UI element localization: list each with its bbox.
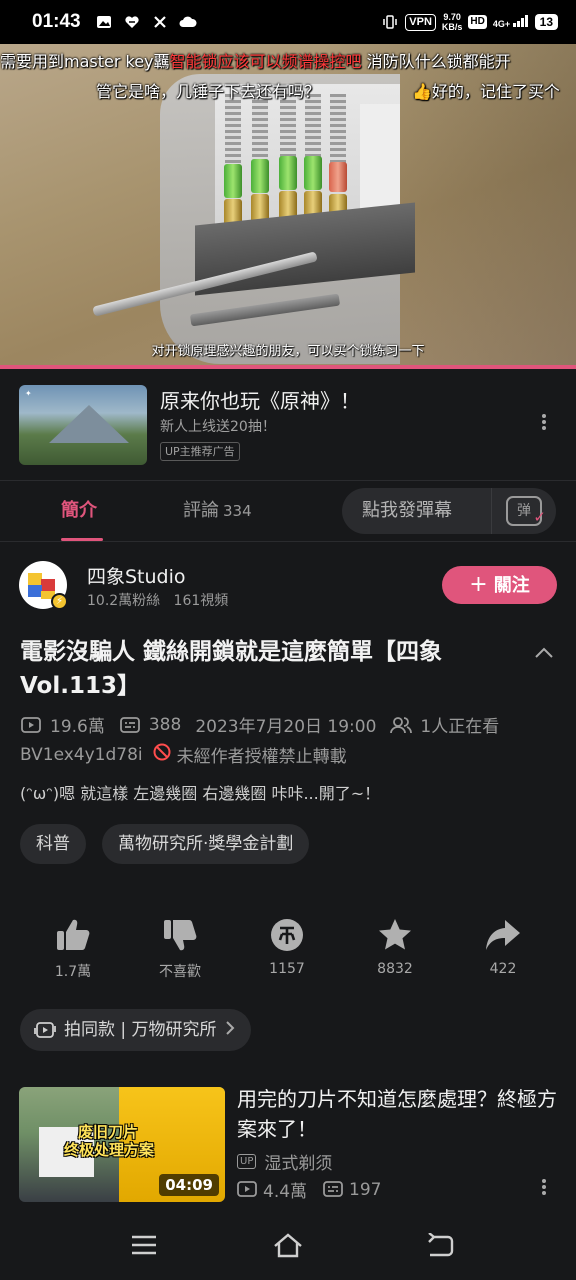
- tools-notification-icon: [151, 13, 169, 31]
- network-speed: 9.70 KB/s: [441, 12, 463, 32]
- recommended-uploader[interactable]: UP 湿式剃须: [237, 1149, 332, 1174]
- play-count-icon: [237, 1180, 257, 1199]
- same-style-chip[interactable]: 拍同款 | 万物研究所: [20, 1009, 251, 1051]
- follow-button[interactable]: + 關注: [442, 566, 557, 604]
- signal-icon: 4G+: [493, 15, 529, 29]
- ad-badge: UP主推荐广告: [160, 442, 240, 461]
- coin-button[interactable]: 1157: [247, 913, 327, 977]
- ad-banner[interactable]: ✦ 原来你也玩《原神》！ 新人上线送20抽！ UP主推荐广告: [0, 369, 576, 481]
- heart-app-notification-icon: [123, 13, 141, 31]
- video-meta: 19.6萬 388 2023年7月20日 19:00 1人正在看: [20, 712, 499, 737]
- like-button[interactable]: 1.7萬: [33, 913, 113, 981]
- verified-badge-icon: ⚡: [51, 593, 68, 610]
- dislike-button[interactable]: 不喜歡: [140, 913, 220, 981]
- star-icon: [355, 913, 435, 957]
- more-options-icon[interactable]: [534, 413, 554, 435]
- thumbs-up-icon: [33, 913, 113, 957]
- danmaku-input-label[interactable]: 點我發彈幕: [362, 488, 452, 534]
- danmaku-count-icon: [119, 716, 141, 734]
- danmaku-comment: 需要用到master key覊智能锁应该可以频谱操控吧 消防队什么锁都能开: [0, 52, 511, 71]
- tab-bar: 簡介 評論 334 點我發彈幕 弹 ✓: [0, 482, 576, 542]
- recommended-stats: 4.4萬 197: [237, 1177, 382, 1202]
- vibrate-icon: [381, 13, 399, 31]
- favorite-button[interactable]: 8832: [355, 913, 435, 977]
- share-button[interactable]: 422: [463, 913, 543, 977]
- thumbs-down-icon: [140, 913, 220, 957]
- coin-icon: [247, 913, 327, 957]
- tag-chip[interactable]: 科普: [20, 824, 86, 864]
- danmaku-input[interactable]: 點我發彈幕 弹 ✓: [342, 488, 556, 534]
- cloud-notification-icon: [179, 13, 197, 31]
- no-repost-icon: [153, 743, 171, 766]
- gallery-notification-icon: [95, 13, 113, 31]
- collapse-chevron-icon[interactable]: [532, 643, 556, 663]
- ad-title[interactable]: 原来你也玩《原神》！: [160, 385, 360, 414]
- no-repost-notice: 未經作者授權禁止轉載: [176, 747, 347, 767]
- video-template-icon: [34, 1020, 56, 1040]
- danmaku-count-icon: [323, 1180, 343, 1199]
- tag-chip[interactable]: 萬物研究所·獎學金計劃: [102, 824, 310, 864]
- hd-badge: HD: [468, 15, 487, 29]
- publish-date: 2023年7月20日 19:00: [195, 717, 377, 737]
- game-logo-icon: ✦: [25, 389, 32, 398]
- vpn-badge: VPN: [405, 13, 436, 31]
- watching-now: 1人正在看: [420, 717, 500, 737]
- battery-indicator: 13: [534, 14, 558, 30]
- share-arrow-icon: [463, 913, 543, 957]
- video-player[interactable]: 需要用到master key覊智能锁应该可以频谱操控吧 消防队什么锁都能开 管它…: [0, 44, 576, 369]
- recommended-title[interactable]: 用完的刀片不知道怎麼處理？終極方案來了！: [237, 1084, 557, 1144]
- viewers-icon: [390, 716, 413, 734]
- uploader-name[interactable]: 四象Studio: [87, 562, 186, 589]
- danmaku-comment: 👍好的，记住了买个: [412, 82, 560, 101]
- more-options-icon[interactable]: [534, 1178, 554, 1200]
- up-badge: UP: [237, 1154, 257, 1169]
- video-id-row: BV1ex4y1d78i 未經作者授權禁止轉載: [20, 742, 347, 767]
- tab-comments[interactable]: 評論 334: [183, 482, 252, 542]
- danmaku-comment: 管它是啥，几锤子下去还有吗？: [96, 82, 321, 101]
- thumbnail-caption: 废旧刀片 终极处理方案: [64, 1123, 155, 1159]
- chevron-right-icon: [225, 1009, 235, 1051]
- tab-intro[interactable]: 簡介: [61, 482, 97, 542]
- play-count-icon: [20, 716, 42, 734]
- recent-apps-icon[interactable]: [124, 1228, 164, 1262]
- video-subtitle: 对开锁原理感兴趣的朋友，可以买个锁练习一下: [151, 344, 425, 359]
- home-icon[interactable]: [268, 1228, 308, 1262]
- ad-thumbnail[interactable]: ✦: [19, 385, 147, 465]
- uploader-stats: 10.2萬粉絲 161視頻: [87, 593, 229, 609]
- status-time: 01:43: [32, 11, 81, 32]
- system-navigation-bar: [0, 1212, 576, 1280]
- plus-icon: +: [469, 572, 488, 597]
- video-title: 電影沒騙人 鐵絲開鎖就是這麼簡單【四象Vol.113】: [20, 639, 443, 699]
- active-tab-indicator: [61, 538, 103, 541]
- status-bar: 01:43 VPN 9.70 KB/s HD 4G+ 13: [0, 0, 576, 44]
- back-icon[interactable]: [420, 1228, 460, 1262]
- thumbs-up-icon: 👍: [412, 82, 432, 101]
- video-description: (ᵔωᵔ)嗯 就這樣 左邊幾圈 右邊幾圈 咔咔...開了~！: [20, 784, 381, 803]
- recommended-thumbnail[interactable]: 废旧刀片 终极处理方案 04:09: [19, 1087, 225, 1202]
- danmaku-toggle-icon[interactable]: 弹 ✓: [506, 496, 546, 526]
- bvid: BV1ex4y1d78i: [20, 744, 143, 765]
- ad-subtitle: 新人上线送20抽！: [160, 419, 276, 435]
- video-duration: 04:09: [159, 1174, 219, 1196]
